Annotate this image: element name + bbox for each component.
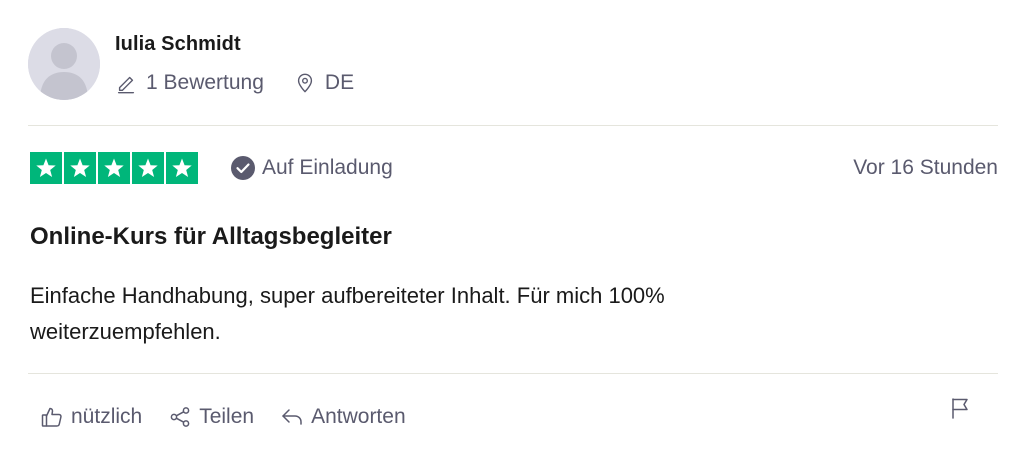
star-icon <box>70 158 90 177</box>
share-button[interactable]: Teilen <box>168 405 254 429</box>
review-card: Iulia Schmidt 1 Bewertung DE Auf Einladu… <box>0 0 1024 464</box>
report-flag-button[interactable] <box>948 396 972 420</box>
star-icon <box>104 158 124 177</box>
star-box <box>98 152 130 184</box>
review-body: Einfache Handhabung, super aufbereiteter… <box>30 283 665 344</box>
useful-button[interactable]: nützlich <box>40 405 142 429</box>
reviewer-meta: 1 Bewertung DE <box>115 68 354 98</box>
star-icon <box>172 158 192 177</box>
invited-label: Auf Einladung <box>262 156 393 179</box>
country-text: DE <box>324 71 355 94</box>
review-actions: nützlich Teilen Antworten <box>40 402 406 432</box>
reviewer-name[interactable]: Iulia Schmidt <box>115 33 241 56</box>
reviewer-country: DE <box>294 71 354 95</box>
flag-icon <box>952 398 968 419</box>
star-icon <box>138 158 158 177</box>
review-count-text: 1 Bewertung <box>146 71 264 94</box>
share-icon <box>170 407 190 427</box>
star-box <box>64 152 96 184</box>
divider <box>28 125 998 126</box>
review-count: 1 Bewertung <box>115 71 264 95</box>
person-silhouette-icon <box>28 28 100 100</box>
avatar <box>28 28 100 100</box>
reply-label: Antworten <box>311 405 406 428</box>
divider <box>28 373 998 374</box>
pencil-icon <box>117 76 135 94</box>
star-box <box>166 152 198 184</box>
useful-label: nützlich <box>71 405 143 428</box>
star-icon <box>36 158 56 177</box>
verified-check-icon <box>231 156 255 180</box>
star-box <box>30 152 62 184</box>
star-box <box>132 152 164 184</box>
invited-badge[interactable]: Auf Einladung <box>230 154 393 182</box>
review-title[interactable]: Online-Kurs für Alltagsbegleiter <box>30 223 392 251</box>
review-date: Vor 16 Stunden <box>853 156 998 179</box>
share-label: Teilen <box>199 405 255 428</box>
thumbs-up-icon <box>41 407 62 427</box>
reply-button[interactable]: Antworten <box>280 405 406 429</box>
reply-arrow-icon <box>282 409 302 425</box>
location-pin-icon <box>297 73 313 93</box>
star-rating <box>30 152 200 184</box>
